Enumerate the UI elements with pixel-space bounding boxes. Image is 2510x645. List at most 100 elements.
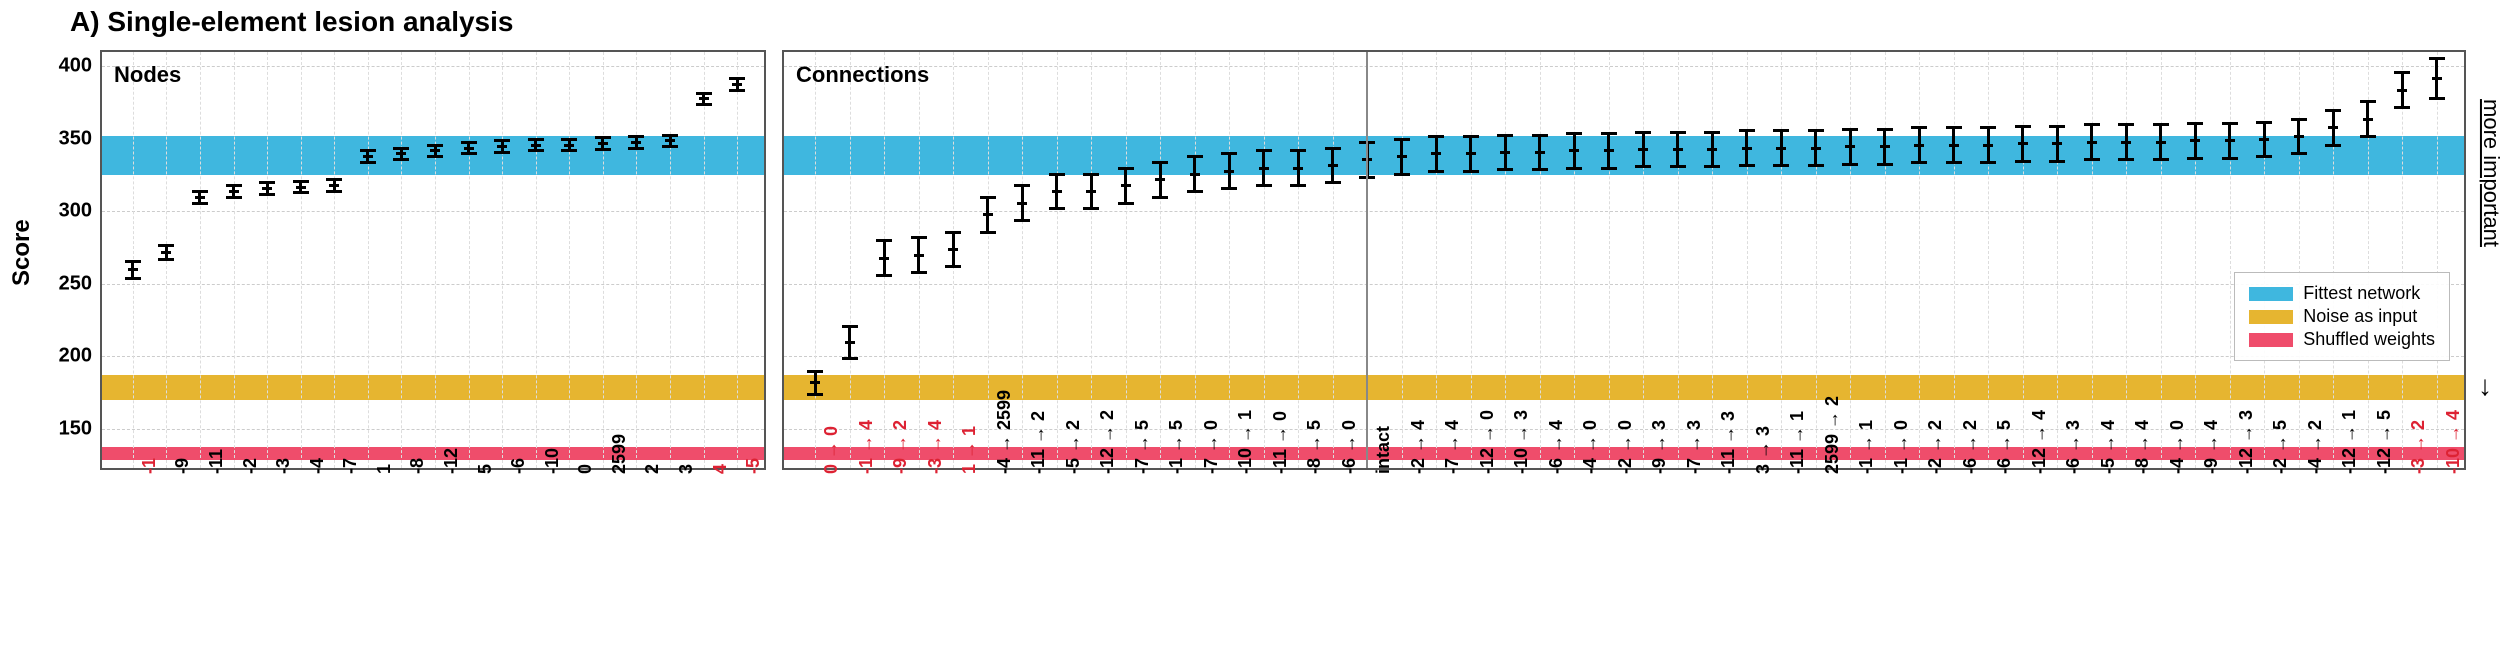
panel-title: A) Single-element lesion analysis <box>70 6 513 38</box>
swatch-shuffled <box>2249 333 2293 347</box>
x-tick-label: -7 → 4 <box>1442 420 1463 474</box>
grid-line-v <box>2057 52 2058 468</box>
grid-line-v <box>704 52 705 468</box>
x-tick-label: -2 <box>240 458 261 474</box>
grid-line-v <box>1436 52 1437 468</box>
x-tick-label: -12 → 4 <box>2029 410 2050 474</box>
arrow-down-icon: ↓ <box>2478 370 2492 402</box>
grid-line <box>784 356 2464 357</box>
grid-line-v <box>435 52 436 468</box>
x-tick-label: -10 → 4 <box>2443 410 2464 474</box>
x-tick-label: -5 → 4 <box>2098 420 2119 474</box>
x-tick-label: 5 <box>475 464 496 474</box>
y-axis-label: Score <box>8 219 36 286</box>
panel-connections-label: Connections <box>796 62 929 88</box>
x-tick-label: -1 <box>139 458 160 474</box>
grid-line-v <box>2437 52 2438 468</box>
grid-line-v <box>1160 52 1161 468</box>
grid-line-v <box>2161 52 2162 468</box>
x-tick-label: -7 → 0 <box>1201 420 1222 474</box>
grid-line <box>102 211 764 212</box>
grid-line-v <box>469 52 470 468</box>
grid-line-v <box>737 52 738 468</box>
legend-item-shuffled: Shuffled weights <box>2249 329 2435 350</box>
side-annotation: more important <box>2478 99 2504 247</box>
grid-line-v <box>1609 52 1610 468</box>
grid-line-v <box>1747 52 1748 468</box>
y-tick-label: 250 <box>59 272 102 295</box>
x-tick-label: -8 <box>407 458 428 474</box>
x-tick-label: -11 → 0 <box>1270 411 1291 474</box>
x-tick-label: -4 → 0 <box>1580 420 1601 474</box>
grid-line-v <box>2299 52 2300 468</box>
grid-line-v <box>1678 52 1679 468</box>
grid-line-v <box>1264 52 1265 468</box>
x-tick-label: -9 → 3 <box>1649 420 1670 474</box>
grid-line-v <box>301 52 302 468</box>
grid-line-v <box>1333 52 1334 468</box>
x-tick-label: -4 <box>307 458 328 474</box>
grid-line <box>102 429 764 430</box>
grid-line <box>784 211 2464 212</box>
y-tick-label: 200 <box>59 345 102 368</box>
x-tick-label: -7 → 3 <box>1684 420 1705 474</box>
grid-line <box>784 66 2464 67</box>
grid-line-v <box>1402 52 1403 468</box>
x-tick-label: 2599 → 2 <box>1822 396 1843 474</box>
x-tick-label: -12 → 0 <box>1477 410 1498 474</box>
band-noise_as_input <box>102 375 764 400</box>
swatch-noise <box>2249 310 2293 324</box>
grid-line-v <box>1540 52 1541 468</box>
x-tick-label: -7 → 5 <box>1132 420 1153 474</box>
grid-line-v <box>1195 52 1196 468</box>
x-tick-label: 0 <box>575 464 596 474</box>
x-tick-label: -6 → 4 <box>1546 420 1567 474</box>
grid-line-v <box>368 52 369 468</box>
x-tick-label: -6 → 3 <box>2063 420 2084 474</box>
x-tick-label: 1 → 1 <box>959 426 980 474</box>
grid-line-v <box>1505 52 1506 468</box>
grid-line-v <box>536 52 537 468</box>
grid-line-v <box>1712 52 1713 468</box>
grid-line-v <box>2402 52 2403 468</box>
x-tick-label: -1 → 5 <box>1166 420 1187 474</box>
intact-reference-line <box>1366 52 1368 468</box>
grid-line-v <box>1885 52 1886 468</box>
band-shuffled_weights <box>102 447 764 460</box>
grid-line-v <box>988 52 989 468</box>
grid-line-v <box>1781 52 1782 468</box>
grid-line-v <box>815 52 816 468</box>
y-tick-label: 300 <box>59 200 102 223</box>
x-tick-label: -4 → 2599 <box>994 390 1015 474</box>
x-tick-label: -8 → 4 <box>2132 420 2153 474</box>
grid-line-v <box>1850 52 1851 468</box>
x-tick-label: -2 → 2 <box>1925 420 1946 474</box>
x-tick-label: -4 → 2 <box>2305 420 2326 474</box>
panel-nodes-label: Nodes <box>114 62 181 88</box>
x-tick-label: -8 → 5 <box>1304 420 1325 474</box>
x-tick-label: -9 <box>172 458 193 474</box>
x-tick-label: -4 → 0 <box>2167 420 2188 474</box>
x-tick-label: -11 → 2 <box>1028 411 1049 474</box>
x-tick-label: -11 → 3 <box>1718 411 1739 474</box>
x-tick-label: -5 → 2 <box>1063 420 1084 474</box>
x-tick-label: -2 → 5 <box>2270 420 2291 474</box>
grid-line <box>784 284 2464 285</box>
x-tick-label: intact <box>1373 426 1394 474</box>
legend-item-noise: Noise as input <box>2249 306 2435 327</box>
x-tick-label: -6 <box>508 458 529 474</box>
legend-item-fittest: Fittest network <box>2249 283 2435 304</box>
x-tick-label: -1 → 0 <box>1891 420 1912 474</box>
x-tick-label: -12 <box>441 448 462 474</box>
x-tick-label: -1 → 1 <box>1856 420 1877 474</box>
figure: A) Single-element lesion analysis Score … <box>0 0 2510 645</box>
grid-line-v <box>2195 52 2196 468</box>
grid-line-v <box>2126 52 2127 468</box>
grid-line-v <box>200 52 201 468</box>
x-tick-label: 2 <box>642 464 663 474</box>
legend-label: Noise as input <box>2303 306 2417 327</box>
legend-label: Shuffled weights <box>2303 329 2435 350</box>
grid-line-v <box>1091 52 1092 468</box>
grid-line-v <box>1816 52 1817 468</box>
x-tick-label: 0 → 0 <box>821 426 842 474</box>
